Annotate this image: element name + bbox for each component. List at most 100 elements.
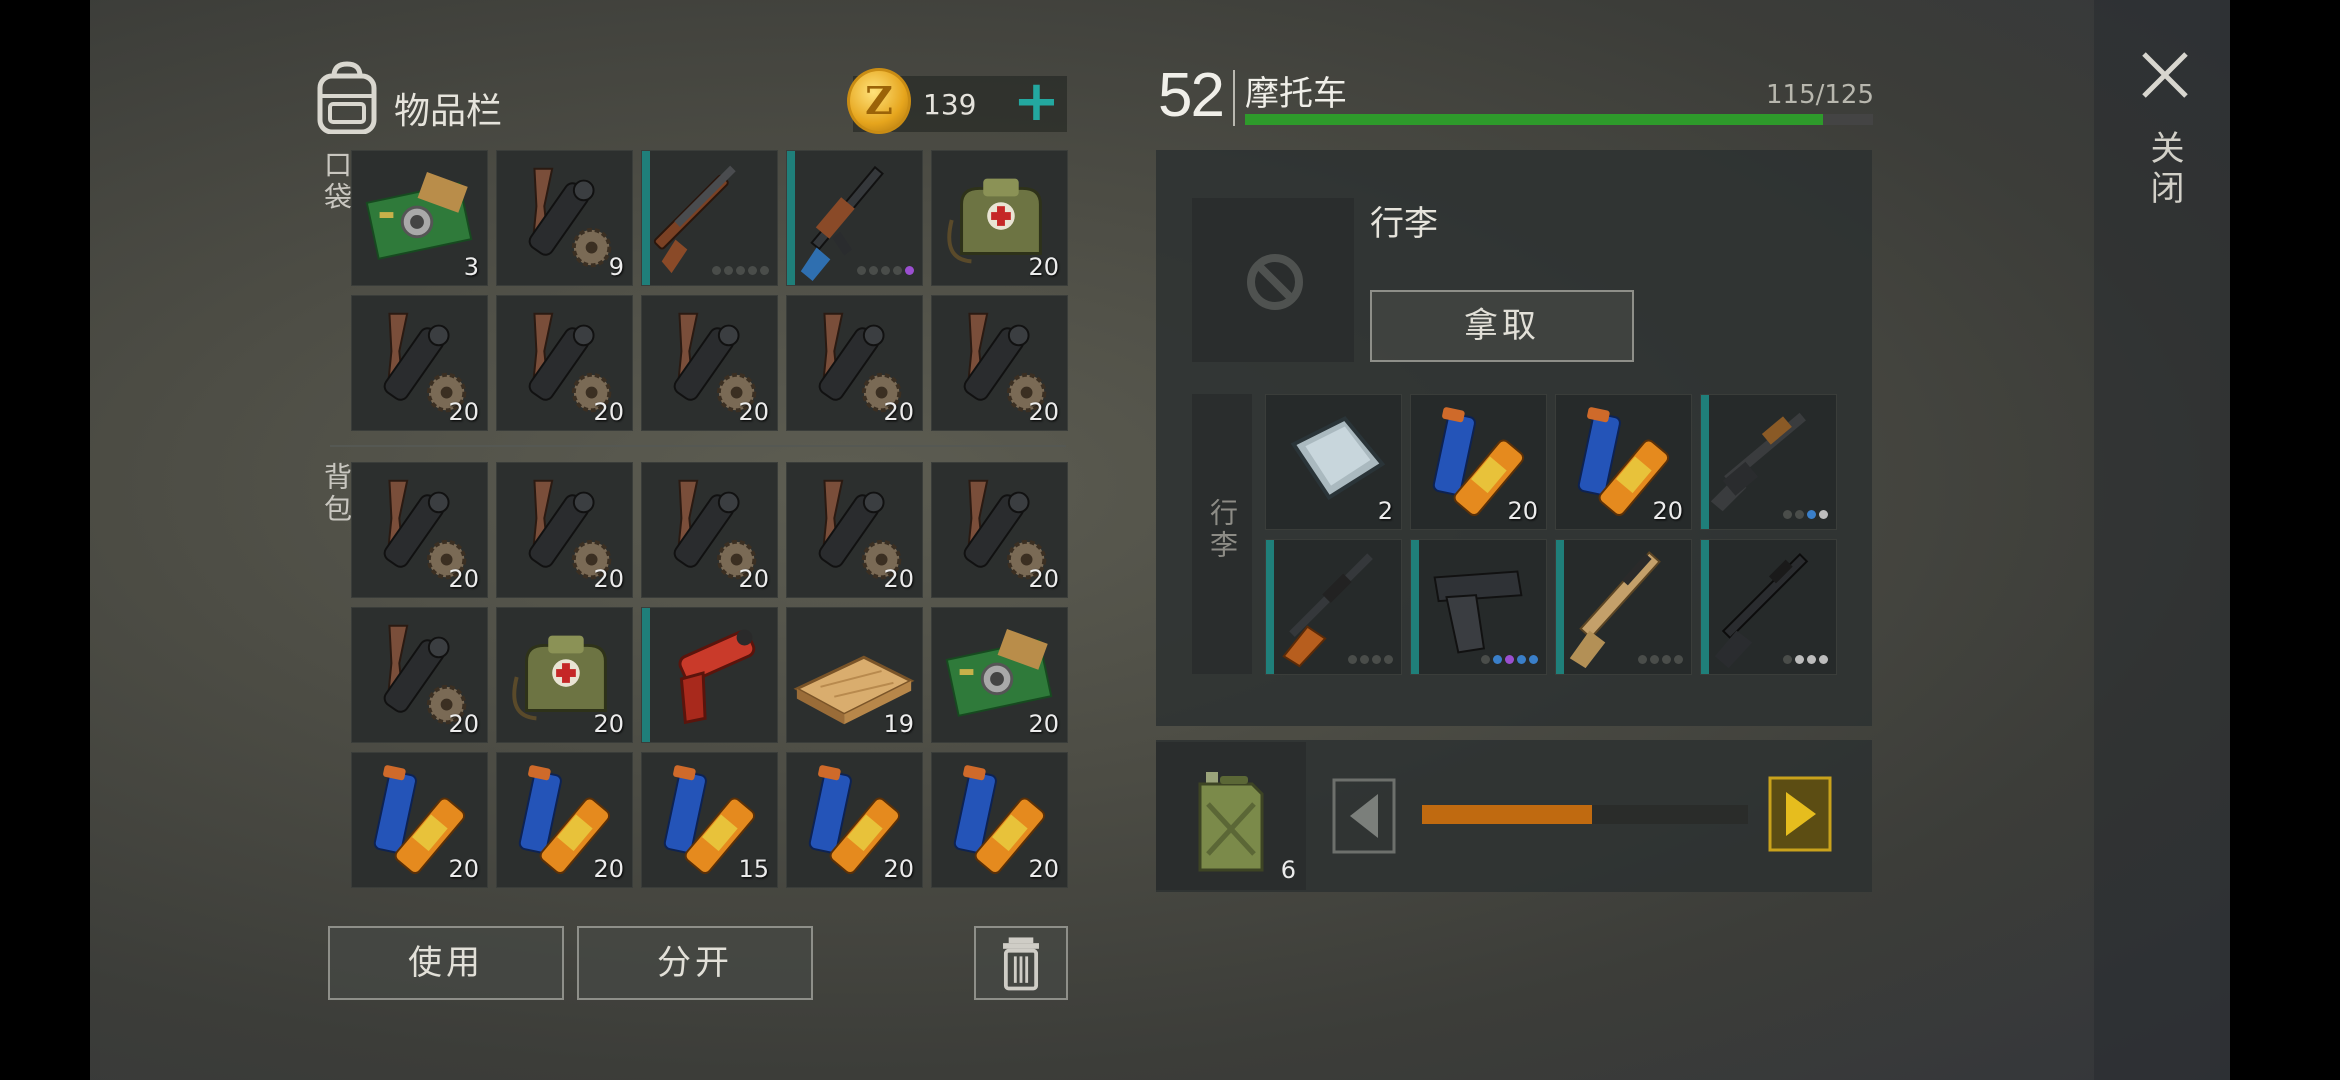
upgrade-dot [1360,655,1369,664]
item-slot[interactable] [1265,539,1402,675]
split-button[interactable]: 分开 [577,926,813,1000]
item-slot[interactable]: 20 [351,295,488,431]
upgrade-dot [869,266,878,275]
item-slot[interactable] [641,607,778,743]
item-count: 20 [1028,253,1059,281]
luggage-empty-slot[interactable] [1192,198,1354,362]
item-slot[interactable]: 20 [931,295,1068,431]
item-slot[interactable]: 20 [786,752,923,888]
item-slot[interactable]: 9 [496,150,633,286]
use-button[interactable]: 使用 [328,926,564,1000]
item-slot[interactable]: 20 [931,150,1068,286]
upgrade-dot [857,266,866,275]
fuel-slot[interactable]: 6 [1156,742,1306,890]
coin-icon: Z [847,68,911,134]
item-count: 2 [1377,497,1393,525]
vehicle-level: 52 [1158,61,1225,130]
fuel-bar-fill [1422,805,1592,824]
arrow-right-icon [1768,776,1832,852]
item-slot[interactable] [1700,539,1837,675]
backpack-icon [317,61,377,134]
item-slot[interactable]: 20 [496,295,633,431]
upgrade-dot [1819,510,1828,519]
upgrade-dot [724,266,733,275]
item-slot[interactable]: 20 [641,462,778,598]
section-divider [330,445,1066,447]
upgrade-dot [1529,655,1538,664]
dragunov-rifle-icon [1282,553,1373,668]
trash-icon [1003,937,1039,991]
item-slot[interactable]: 20 [931,752,1068,888]
upgrade-dots [712,266,769,275]
upgrade-dot [1795,510,1804,519]
storage-label: 行李 [1206,498,1239,562]
fuel-increase-button[interactable] [1768,776,1832,852]
item-count: 20 [1652,497,1683,525]
vehicle-hp-fill [1245,114,1823,125]
item-slot[interactable]: 20 [931,607,1068,743]
item-slot[interactable]: 20 [351,607,488,743]
item-count: 19 [883,710,914,738]
item-slot[interactable]: 20 [351,752,488,888]
upgrade-dot [905,266,914,275]
upgrade-dots [1783,655,1828,664]
upgrade-dot [1517,655,1526,664]
fuel-count: 6 [1280,856,1296,884]
item-slot[interactable] [1410,539,1547,675]
item-count: 20 [448,855,479,883]
vehicle-name: 摩托车 [1245,74,1347,114]
item-count: 20 [738,565,769,593]
item-slot[interactable] [786,150,923,286]
pockets-label: 口袋 [320,150,353,214]
item-slot[interactable]: 19 [786,607,923,743]
item-count: 3 [463,253,479,281]
item-slot[interactable]: 20 [496,462,633,598]
item-slot[interactable]: 2 [1265,394,1402,530]
upgrade-dots [1348,655,1393,664]
m16-rifle-icon [1714,552,1809,669]
upgrade-dot [1783,510,1792,519]
add-coins-button[interactable]: + [1013,72,1060,132]
arrow-left-icon [1332,778,1396,854]
upgrade-dot [1384,655,1393,664]
item-slot[interactable]: 20 [351,462,488,598]
item-count: 20 [593,398,624,426]
shotgun-icon [653,165,736,274]
item-count: 20 [448,565,479,593]
item-slot[interactable] [641,150,778,286]
item-count: 20 [593,565,624,593]
upgrade-dot [1481,655,1490,664]
item-slot[interactable]: 20 [786,295,923,431]
upgrade-dots [857,266,914,275]
item-slot[interactable] [1700,394,1837,530]
item-slot[interactable]: 20 [786,462,923,598]
item-slot[interactable]: 20 [931,462,1068,598]
item-count: 20 [1028,398,1059,426]
close-button[interactable] [2138,48,2192,102]
inventory-title: 物品栏 [394,91,503,132]
item-count: 20 [1028,710,1059,738]
trash-button[interactable] [974,926,1068,1000]
upgrade-dot [1795,655,1804,664]
item-count: 15 [738,855,769,883]
item-slot[interactable]: 20 [1410,394,1547,530]
item-count: 20 [1507,497,1538,525]
upgrade-dot [1638,655,1647,664]
item-slot[interactable]: 3 [351,150,488,286]
upgrade-dot [1493,655,1502,664]
item-slot[interactable] [1555,539,1692,675]
close-icon [2142,52,2188,98]
item-slot[interactable]: 20 [641,295,778,431]
upgrade-dot [1348,655,1357,664]
fuel-decrease-button[interactable] [1332,778,1396,854]
item-slot[interactable]: 20 [496,752,633,888]
upgrade-dot [736,266,745,275]
luggage-title: 行李 [1370,204,1438,244]
upgrade-dot [1807,510,1816,519]
item-count: 20 [593,855,624,883]
item-slot[interactable]: 15 [641,752,778,888]
item-slot[interactable]: 20 [496,607,633,743]
take-button[interactable]: 拿取 [1370,290,1634,362]
close-label: 关闭 [2144,130,2184,210]
item-slot[interactable]: 20 [1555,394,1692,530]
